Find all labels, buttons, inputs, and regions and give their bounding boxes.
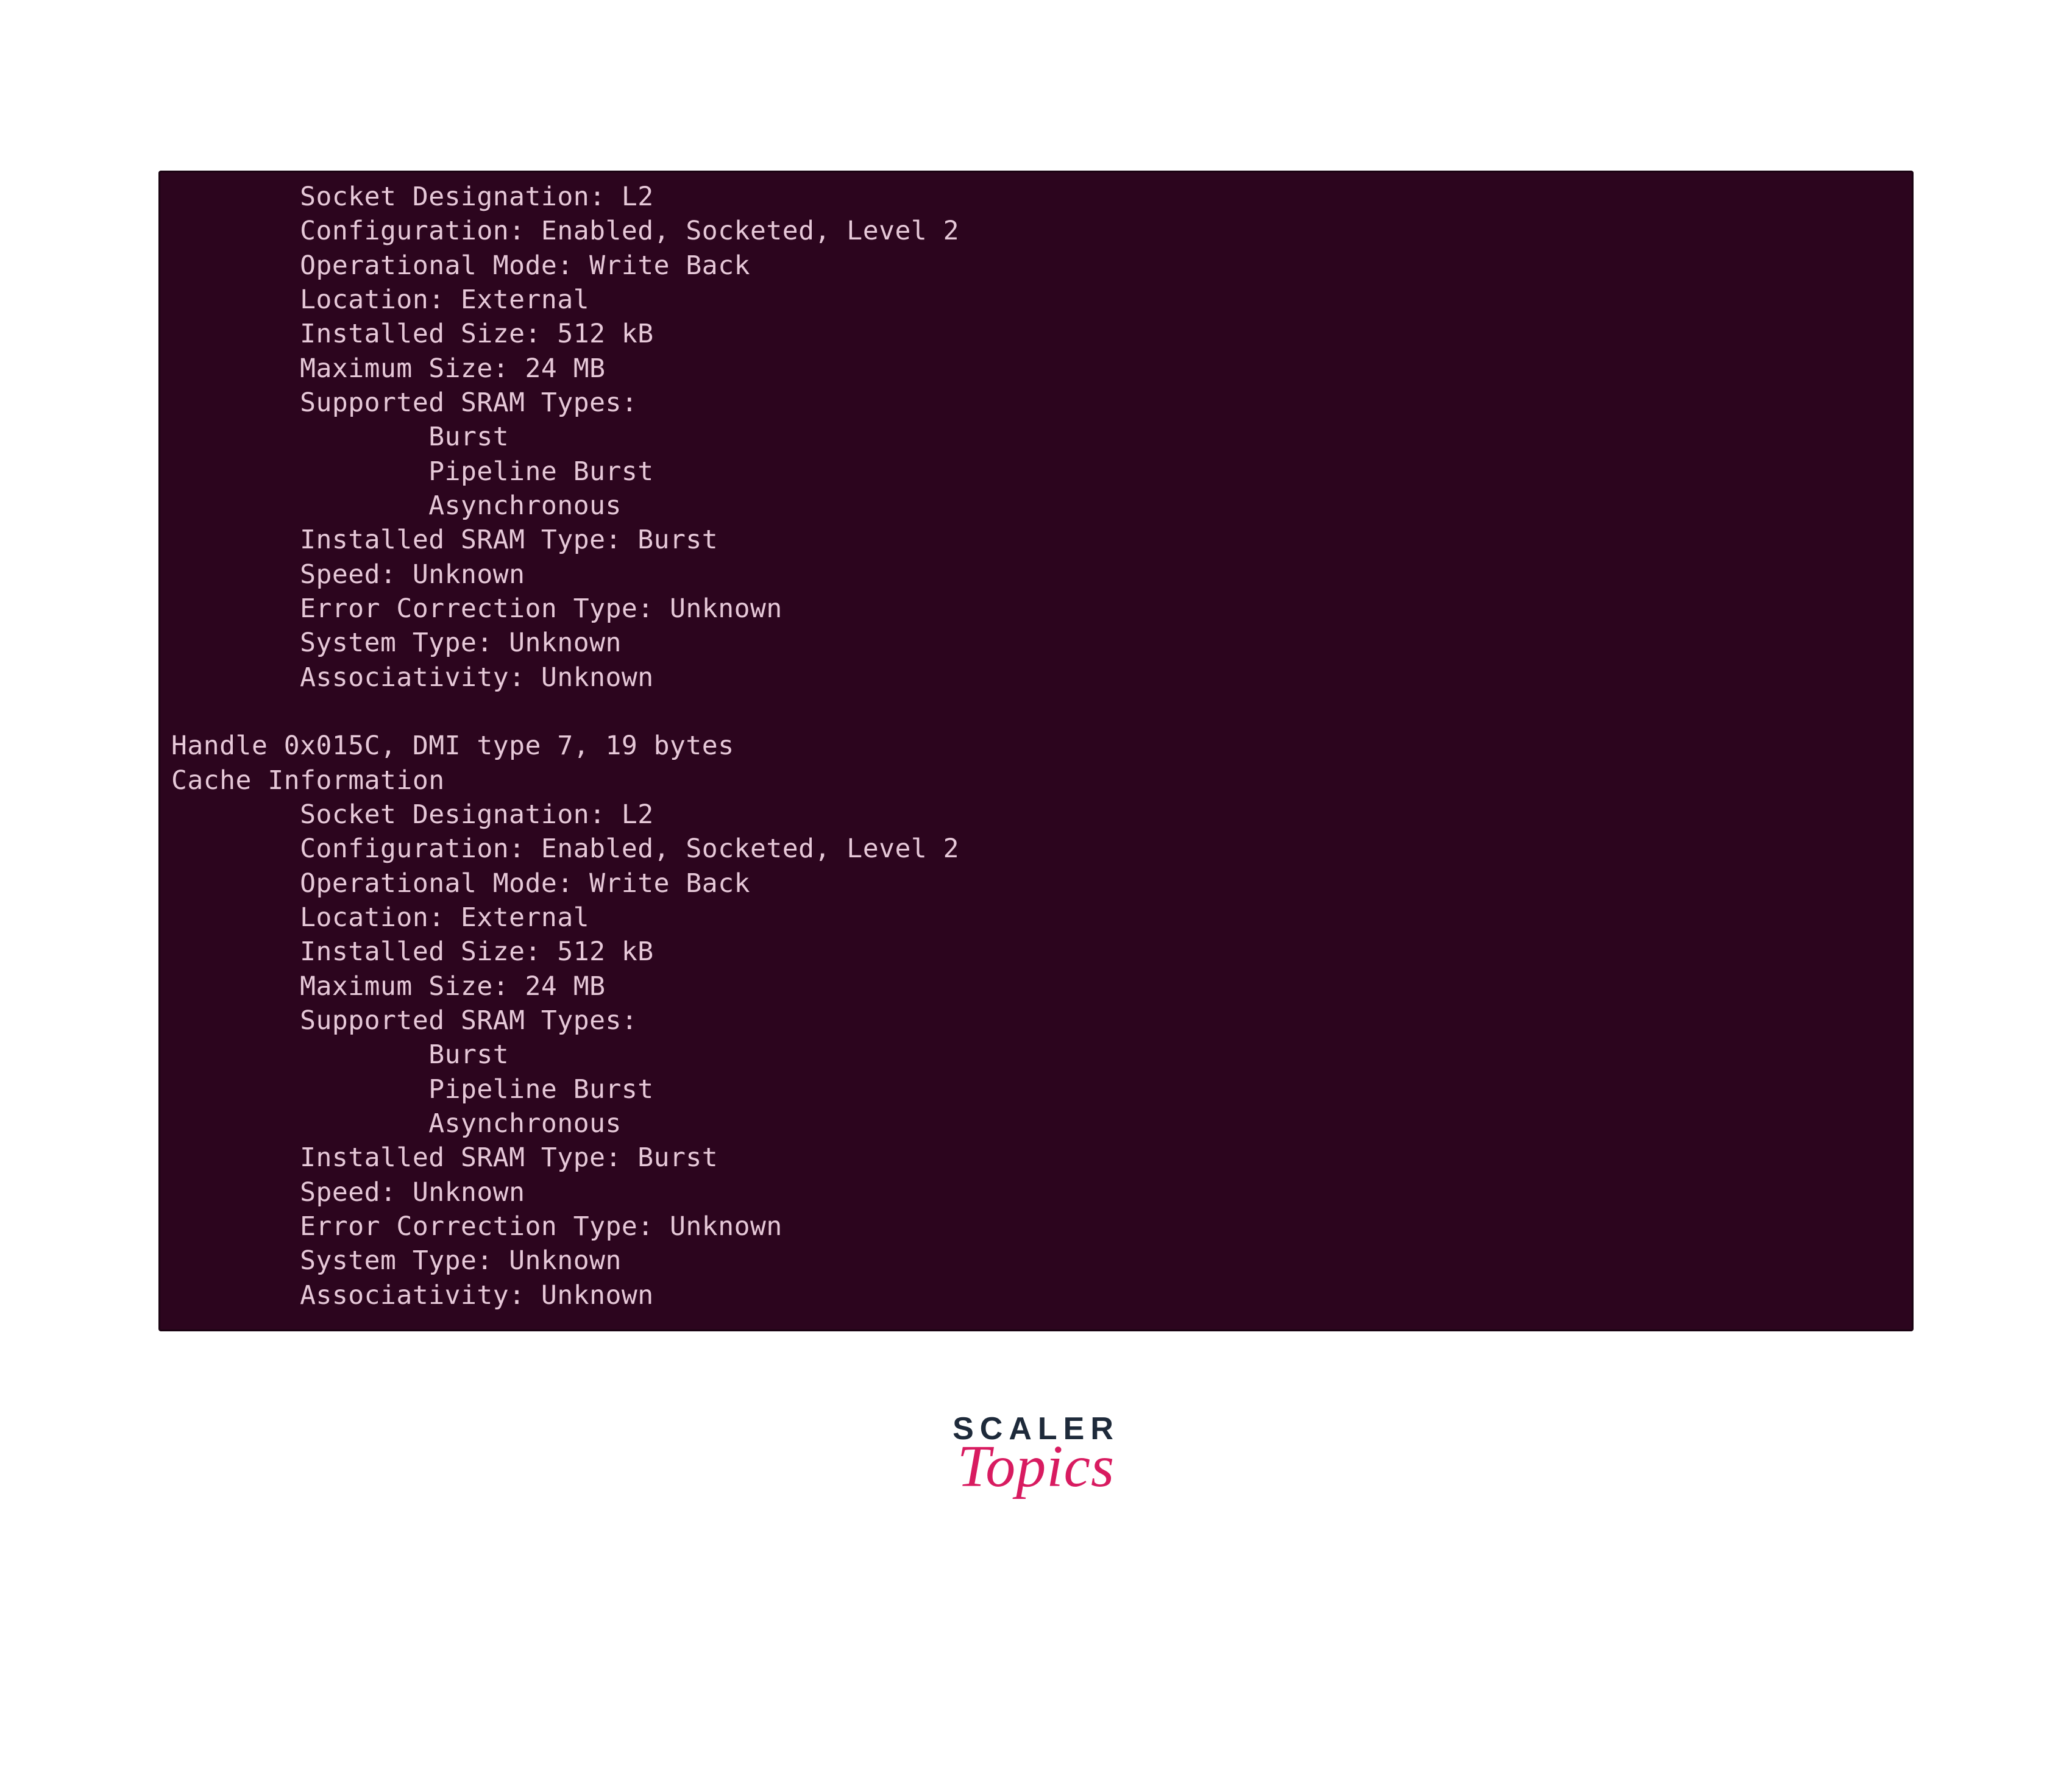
cache-location: Location: External — [171, 901, 1901, 935]
cache-error-correction: Error Correction Type: Unknown — [171, 592, 1901, 626]
cache-configuration: Configuration: Enabled, Socketed, Level … — [171, 214, 1901, 248]
blank-line — [171, 695, 1901, 729]
logo-container: SCALER Topics — [158, 1411, 1914, 1501]
page-container: Socket Designation: L2 Configuration: En… — [0, 0, 2072, 1501]
logo-topics-text: Topics — [953, 1432, 1119, 1501]
terminal-output: Socket Designation: L2 Configuration: En… — [158, 171, 1914, 1331]
cache-error-correction: Error Correction Type: Unknown — [171, 1209, 1901, 1244]
sram-type-pipeline-burst: Pipeline Burst — [171, 455, 1901, 489]
cache-location: Location: External — [171, 283, 1901, 317]
cache-installed-size: Installed Size: 512 kB — [171, 317, 1901, 351]
cache-information-header: Cache Information — [171, 763, 1901, 798]
sram-type-asynchronous: Asynchronous — [171, 1106, 1901, 1141]
cache-installed-sram-type: Installed SRAM Type: Burst — [171, 523, 1901, 557]
cache-speed: Speed: Unknown — [171, 558, 1901, 592]
cache-configuration: Configuration: Enabled, Socketed, Level … — [171, 832, 1901, 866]
sram-type-burst: Burst — [171, 1038, 1901, 1072]
cache-associativity: Associativity: Unknown — [171, 660, 1901, 695]
cache-socket-designation: Socket Designation: L2 — [171, 180, 1901, 214]
sram-type-asynchronous: Asynchronous — [171, 489, 1901, 523]
sram-type-pipeline-burst: Pipeline Burst — [171, 1072, 1901, 1106]
scaler-topics-logo: SCALER Topics — [953, 1411, 1119, 1501]
cache-operational-mode: Operational Mode: Write Back — [171, 249, 1901, 283]
cache-supported-sram-types: Supported SRAM Types: — [171, 386, 1901, 420]
cache-supported-sram-types: Supported SRAM Types: — [171, 1004, 1901, 1038]
cache-system-type: System Type: Unknown — [171, 626, 1901, 660]
cache-associativity: Associativity: Unknown — [171, 1278, 1901, 1312]
cache-maximum-size: Maximum Size: 24 MB — [171, 969, 1901, 1004]
cache-system-type: System Type: Unknown — [171, 1244, 1901, 1278]
cache-maximum-size: Maximum Size: 24 MB — [171, 352, 1901, 386]
cache-speed: Speed: Unknown — [171, 1175, 1901, 1209]
cache-operational-mode: Operational Mode: Write Back — [171, 866, 1901, 901]
cache-installed-sram-type: Installed SRAM Type: Burst — [171, 1141, 1901, 1175]
dmi-handle-line: Handle 0x015C, DMI type 7, 19 bytes — [171, 729, 1901, 763]
cache-socket-designation: Socket Designation: L2 — [171, 798, 1901, 832]
sram-type-burst: Burst — [171, 420, 1901, 454]
cache-installed-size: Installed Size: 512 kB — [171, 935, 1901, 969]
